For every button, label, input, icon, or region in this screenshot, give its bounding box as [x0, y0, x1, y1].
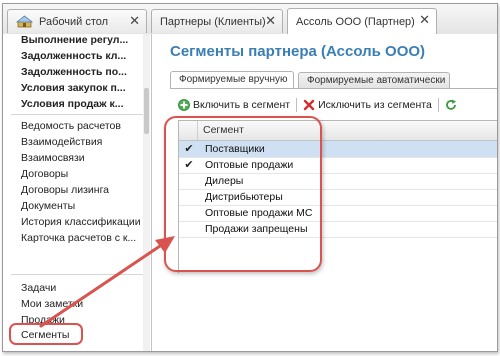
add-icon [178, 99, 190, 111]
sidebar-item[interactable]: Взаимосвязи [21, 152, 85, 164]
list-highlight [164, 116, 322, 272]
sidebar-item[interactable]: Задолженность по... [21, 66, 127, 78]
sidebar: Выполнение регул... Задолженность кл... … [3, 34, 152, 351]
sidebar-divider [11, 274, 143, 275]
tab-partners-label: Партнеры (Клиенты) [160, 15, 266, 28]
subtab-divider [170, 88, 497, 89]
tab-partners[interactable]: Партнеры (Клиенты) ✕ [151, 9, 283, 33]
segments-highlight [9, 323, 83, 345]
tab-partner-card-label: Ассоль ООО (Партнер) [296, 15, 415, 28]
sidebar-item[interactable]: История классификации [21, 216, 141, 228]
sidebar-item[interactable]: Выполнение регул... [21, 34, 128, 46]
close-icon[interactable]: ✕ [265, 14, 276, 29]
sidebar-item[interactable]: Мои заметки [21, 298, 83, 310]
tab-desktop-label: Рабочий стол [39, 15, 109, 28]
home-icon [16, 14, 34, 29]
tab-automatic[interactable]: Формируемые автоматически [298, 72, 450, 89]
include-label: Включить в сегмент [193, 99, 291, 111]
tab-desktop[interactable]: Рабочий стол ✕ [7, 9, 147, 33]
sidebar-item[interactable]: Условия закупок п... [21, 82, 126, 94]
sidebar-item[interactable]: Договоры лизинга [21, 184, 109, 196]
remove-icon [303, 99, 315, 111]
sidebar-item[interactable]: Условия продаж к... [21, 98, 124, 110]
toolbar: Включить в сегмент Исключить из сегмента [178, 95, 460, 115]
close-icon[interactable]: ✕ [419, 13, 430, 28]
main-panel: Сегменты партнера (Ассоль ООО) Формируем… [152, 34, 497, 351]
sidebar-item[interactable]: Договоры [21, 168, 68, 180]
include-button[interactable]: Включить в сегмент [178, 99, 290, 111]
scrollbar-thumb[interactable] [144, 88, 149, 134]
refresh-icon [445, 99, 457, 111]
page-title: Сегменты партнера (Ассоль ООО) [170, 43, 426, 60]
exclude-button[interactable]: Исключить из сегмента [303, 99, 432, 111]
sidebar-divider [11, 114, 143, 115]
sidebar-scrollbar[interactable] [143, 34, 150, 351]
tab-bar: Рабочий стол ✕ Партнеры (Клиенты) ✕ Ассо… [3, 4, 497, 35]
refresh-button[interactable] [445, 99, 460, 111]
exclude-label: Исключить из сегмента [318, 99, 432, 111]
sidebar-item[interactable]: Карточка расчетов с к... [21, 232, 136, 244]
sidebar-item[interactable]: Документы [21, 200, 75, 212]
tab-manual[interactable]: Формируемые вручную [170, 71, 294, 89]
sidebar-item[interactable]: Ведомость расчетов [21, 120, 121, 132]
sidebar-item[interactable]: Задачи [21, 282, 56, 294]
sidebar-item[interactable]: Взаимодействия [21, 136, 102, 148]
toolbar-separator [437, 98, 439, 112]
close-icon[interactable]: ✕ [129, 14, 140, 29]
toolbar-separator [296, 98, 298, 112]
sidebar-item[interactable]: Задолженность кл... [21, 50, 126, 62]
app-window: Рабочий стол ✕ Партнеры (Клиенты) ✕ Ассо… [2, 3, 498, 352]
tab-partner-card[interactable]: Ассоль ООО (Партнер) ✕ [287, 8, 437, 34]
